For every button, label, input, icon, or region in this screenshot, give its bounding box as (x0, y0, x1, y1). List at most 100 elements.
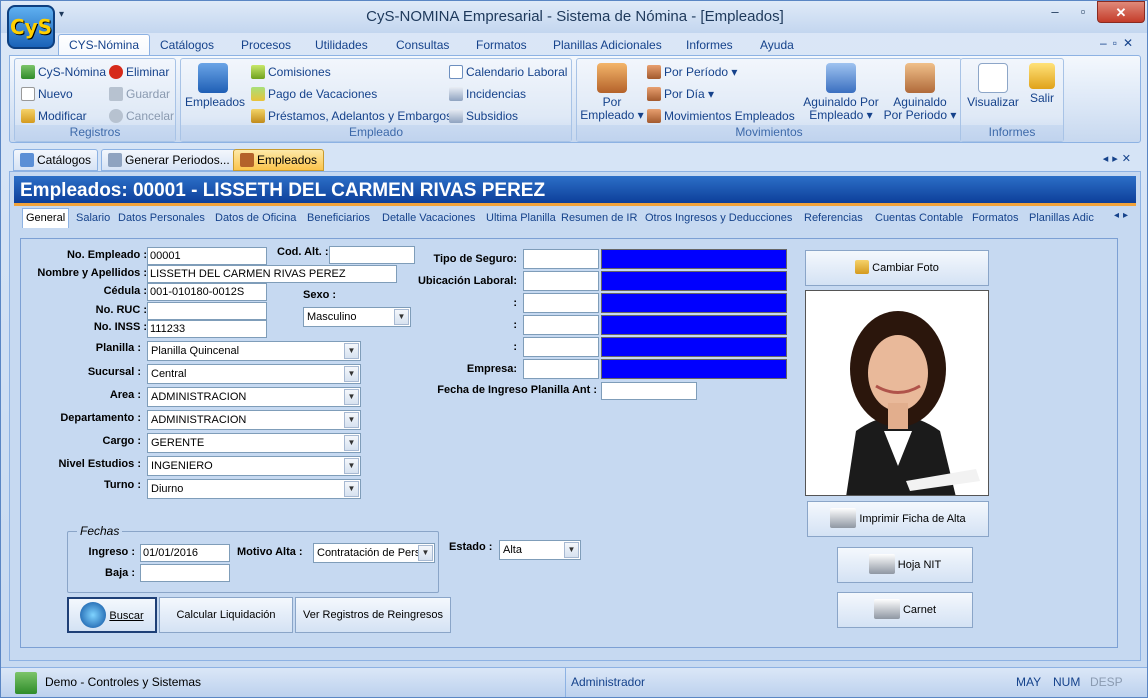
tab-general[interactable]: General (22, 208, 70, 228)
tab-formatos[interactable]: Formatos (972, 209, 1018, 227)
tab-datos-personales[interactable]: Datos Personales (118, 209, 205, 227)
menu-formatos[interactable]: Formatos (476, 37, 527, 55)
cancelar-button[interactable]: Cancelar (109, 109, 174, 123)
tab-referencias[interactable]: Referencias (804, 209, 863, 227)
app-logo[interactable]: CyS (7, 5, 55, 49)
sexo-select[interactable]: Masculino ▼ (303, 307, 411, 327)
extra3-code[interactable] (523, 337, 599, 357)
buscar-button[interactable]: Buscar (67, 597, 157, 633)
tab-ultima-planilla[interactable]: Ultima Planilla (486, 209, 556, 227)
comisiones-button[interactable]: Comisiones (251, 65, 331, 79)
day-icon (647, 87, 661, 101)
menu-consultas[interactable]: Consultas (396, 37, 449, 55)
visualizar-button[interactable]: Visualizar (963, 63, 1023, 109)
menu-informes[interactable]: Informes (686, 37, 733, 55)
extra1-code[interactable] (523, 293, 599, 313)
tab-cuentas-contable[interactable]: Cuentas Contable (875, 209, 963, 227)
menu-catalogos[interactable]: Catálogos (160, 37, 214, 55)
imprimir-ficha-button[interactable]: Imprimir Ficha de Alta (807, 501, 989, 537)
motivo-alta-select[interactable]: Contratación de Pers ▼ (313, 543, 435, 563)
menu-cys-nomina[interactable]: CYS-Nómina (58, 34, 151, 56)
tab-detalle-vacaciones[interactable]: Detalle Vacaciones (382, 209, 475, 227)
turno-select[interactable]: Diurno ▼ (147, 479, 361, 499)
hoja-nit-button[interactable]: Hoja NIT (837, 547, 973, 583)
baja-field[interactable] (140, 564, 230, 582)
tab-resumen-ir[interactable]: Resumen de IR (561, 209, 637, 227)
chevron-down-icon[interactable]: ▼ (418, 545, 433, 561)
ubicacion-code[interactable] (523, 271, 599, 291)
modificar-button[interactable]: Modificar (21, 109, 87, 123)
doctab-catalogos[interactable]: Catálogos (13, 149, 99, 171)
empresa-code[interactable] (523, 359, 599, 379)
salir-button[interactable]: Salir (1023, 63, 1061, 105)
tab-otros-ingresos[interactable]: Otros Ingresos y Deducciones (645, 209, 792, 227)
movements-icon (647, 109, 661, 123)
mdi-controls[interactable]: –▫✕ (1100, 36, 1139, 50)
no-empleado-field[interactable]: 00001 (147, 247, 267, 265)
close-button[interactable]: ✕ (1097, 1, 1145, 23)
chevron-down-icon[interactable]: ▼ (344, 366, 359, 382)
tab-datos-oficina[interactable]: Datos de Oficina (215, 209, 296, 227)
nuevo-button[interactable]: Nuevo (21, 87, 73, 101)
cambiar-foto-button[interactable]: Cambiar Foto (805, 250, 989, 286)
calcular-liquidacion-button[interactable]: Calcular Liquidación (159, 597, 293, 633)
cys-nomina-button[interactable]: CyS-Nómina (21, 65, 106, 79)
tab-planillas-adic[interactable]: Planillas Adic (1029, 209, 1094, 227)
tab-beneficiarios[interactable]: Beneficiarios (307, 209, 370, 227)
tipo-seguro-code[interactable] (523, 249, 599, 269)
pago-vacaciones-button[interactable]: Pago de Vacaciones (251, 87, 377, 101)
cargo-select[interactable]: GERENTE ▼ (147, 433, 361, 453)
nivel-estudios-select[interactable]: INGENIERO ▼ (147, 456, 361, 476)
movimientos-empleados-button[interactable]: Movimientos Empleados (647, 109, 795, 123)
ver-reingresos-button[interactable]: Ver Registros de Reingresos (295, 597, 451, 633)
sucursal-select[interactable]: Central ▼ (147, 364, 361, 384)
guardar-button[interactable]: Guardar (109, 87, 170, 101)
chevron-down-icon[interactable]: ▼ (394, 309, 409, 325)
printer-icon (868, 554, 895, 574)
por-empleado-button[interactable]: Por Empleado ▾ (579, 63, 645, 122)
extra2-code[interactable] (523, 315, 599, 335)
por-periodo-button[interactable]: Por Período ▾ (647, 65, 737, 79)
ruc-field[interactable] (147, 302, 267, 320)
cedula-field[interactable]: 001-010180-0012S (147, 283, 267, 301)
tab-salario[interactable]: Salario (76, 209, 110, 227)
chevron-down-icon[interactable]: ▼ (344, 343, 359, 359)
menu-planillas-adicionales[interactable]: Planillas Adicionales (553, 37, 662, 55)
estado-select[interactable]: Alta ▼ (499, 540, 581, 560)
fecha-ant-field[interactable] (601, 382, 697, 400)
incidencias-button[interactable]: Incidencias (449, 87, 526, 101)
commission-icon (251, 65, 265, 79)
chevron-down-icon[interactable]: ▼ (344, 458, 359, 474)
chevron-down-icon[interactable]: ▼ (344, 435, 359, 451)
calendario-laboral-button[interactable]: Calendario Laboral (449, 65, 567, 79)
inss-field[interactable]: 111233 (147, 320, 267, 338)
menu-ayuda[interactable]: Ayuda (760, 37, 794, 55)
doctab-empleados[interactable]: Empleados (233, 149, 325, 171)
prestamos-button[interactable]: Préstamos, Adelantos y Embargos (251, 109, 452, 123)
area-select[interactable]: ADMINISTRACION ▼ (147, 387, 361, 407)
doctab-nav-controls[interactable]: ◂▸✕ (1103, 152, 1135, 165)
ingreso-field[interactable]: 01/01/2016 (140, 544, 230, 562)
aguinaldo-por-periodo-button[interactable]: Aguinaldo Por Periodo ▾ (881, 63, 959, 122)
doctab-generar-periodos[interactable]: Generar Periodos... (101, 149, 237, 171)
chevron-down-icon[interactable]: ▼ (344, 412, 359, 428)
chevron-down-icon[interactable]: ▼ (344, 481, 359, 497)
departamento-select[interactable]: ADMINISTRACION ▼ (147, 410, 361, 430)
por-dia-button[interactable]: Por Día ▾ (647, 87, 714, 101)
subsidios-button[interactable]: Subsidios (449, 109, 518, 123)
subtab-scroll-controls[interactable]: ◂▸ (1114, 210, 1132, 221)
cod-alt-field[interactable] (329, 246, 415, 264)
planilla-select[interactable]: Planilla Quincenal ▼ (147, 341, 361, 361)
aguinaldo-por-empleado-button[interactable]: Aguinaldo Por Empleado ▾ (799, 63, 883, 122)
nombre-field[interactable]: LISSETH DEL CARMEN RIVAS PEREZ (147, 265, 397, 283)
maximize-button[interactable]: ▫ (1069, 1, 1097, 23)
chevron-down-icon[interactable]: ▼ (564, 542, 579, 558)
minimize-button[interactable]: – (1041, 1, 1069, 23)
carnet-button[interactable]: Carnet (837, 592, 973, 628)
empleados-button[interactable]: Empleados (185, 63, 245, 109)
eliminar-button[interactable]: Eliminar (109, 65, 169, 79)
menu-procesos[interactable]: Procesos (241, 37, 291, 55)
chevron-down-icon[interactable]: ▼ (344, 389, 359, 405)
menu-utilidades[interactable]: Utilidades (315, 37, 368, 55)
employee-movements-icon (597, 63, 627, 93)
